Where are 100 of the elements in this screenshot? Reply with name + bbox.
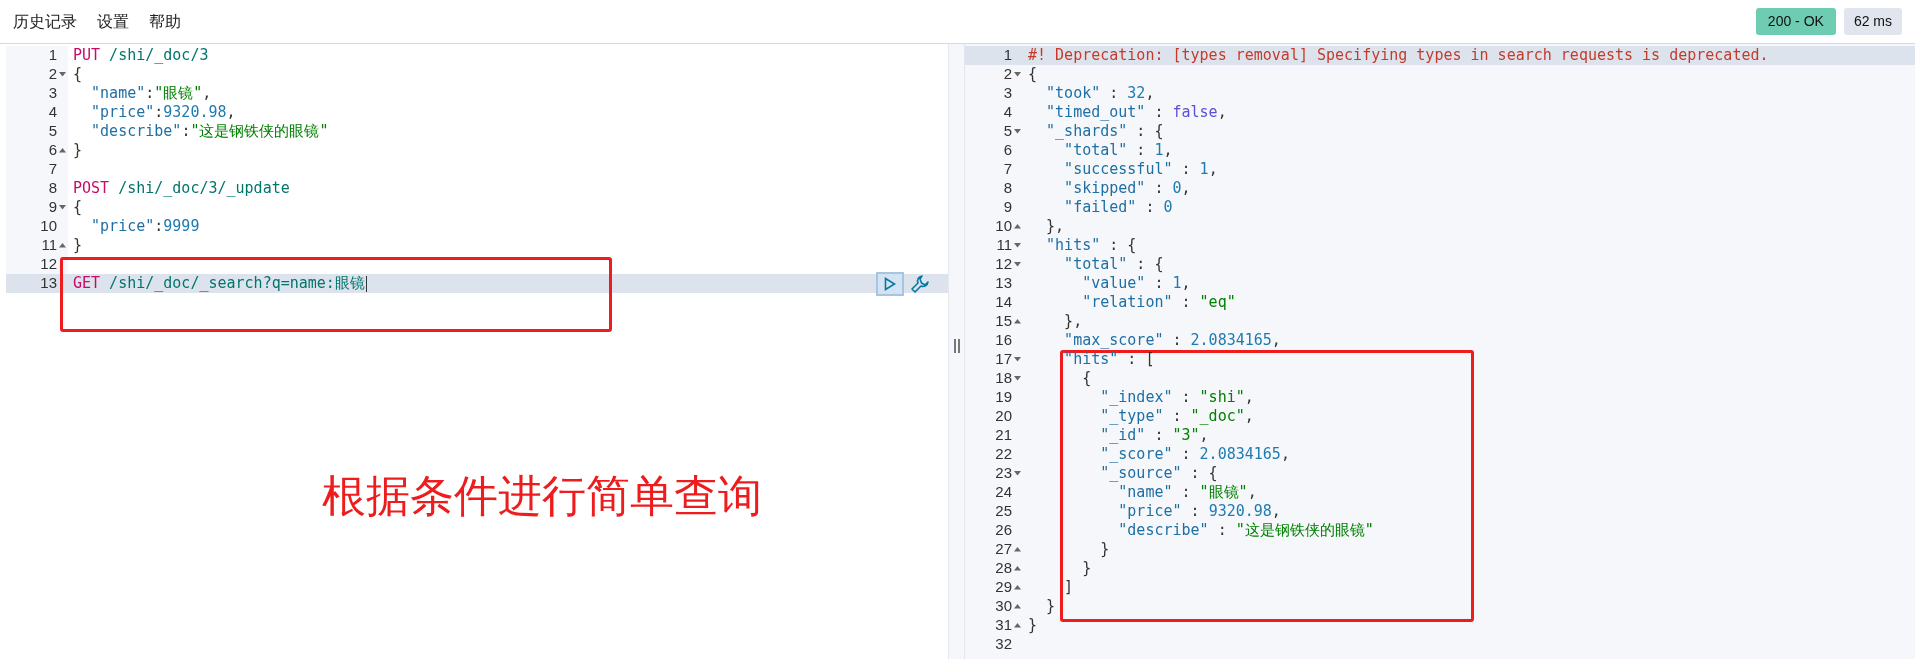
code-line: }, <box>1045 217 1065 236</box>
code-line: "name":"眼镜", <box>90 84 212 103</box>
code-line: "_type" : "_doc", <box>1099 407 1254 426</box>
fold-caret-icon[interactable] <box>1014 357 1021 362</box>
line-number: 17 <box>995 349 1012 370</box>
line-number: 23 <box>995 463 1012 484</box>
line-number: 11 <box>41 235 57 256</box>
fold-caret-icon[interactable] <box>1014 319 1021 324</box>
line-number: 3 <box>48 83 57 104</box>
fold-caret-icon[interactable] <box>1014 224 1021 229</box>
fold-caret-icon[interactable] <box>59 205 66 210</box>
fold-caret-icon[interactable] <box>1014 585 1021 590</box>
code-line: "describe":"这是钢铁侠的眼镜" <box>90 122 329 141</box>
code-line: "total" : { <box>1063 255 1164 274</box>
code-line: } <box>73 236 83 255</box>
line-number: 24 <box>995 482 1012 503</box>
fold-caret-icon[interactable] <box>59 72 66 77</box>
text-cursor <box>365 275 367 292</box>
code-line: "describe" : "这是钢铁侠的眼镜" <box>1117 521 1374 540</box>
line-number: 19 <box>995 387 1012 408</box>
fold-caret-icon[interactable] <box>59 148 66 153</box>
play-icon <box>884 276 896 291</box>
line-number: 8 <box>48 178 57 199</box>
code-line: "failed" : 0 <box>1063 198 1173 217</box>
line-number: 12 <box>40 254 57 275</box>
line-number: 8 <box>1003 178 1012 199</box>
code-line: "total" : 1, <box>1063 141 1173 160</box>
line-number: 21 <box>995 425 1012 446</box>
code-line: GET /shi/_doc/_search?q=name:眼镜 <box>73 274 365 293</box>
line-number: 22 <box>995 444 1012 465</box>
line-number: 6 <box>1003 140 1012 161</box>
line-number: 9 <box>48 197 57 218</box>
code-line: "timed_out" : false, <box>1045 103 1227 122</box>
code-line: { <box>73 198 83 217</box>
fold-caret-icon[interactable] <box>1014 604 1021 609</box>
code-line: PUT /shi/_doc/3 <box>73 46 209 65</box>
fold-caret-icon[interactable] <box>1014 243 1021 248</box>
code-line: } <box>73 141 83 160</box>
fold-caret-icon[interactable] <box>1014 566 1021 571</box>
fold-caret-icon[interactable] <box>1014 376 1021 381</box>
line-number: 4 <box>48 102 57 123</box>
line-number: 31 <box>995 615 1012 636</box>
status-badge: 200 - OK <box>1755 8 1836 35</box>
fold-caret-icon[interactable] <box>1014 547 1021 552</box>
fold-caret-icon[interactable] <box>1014 129 1021 134</box>
code-line: } <box>1045 597 1056 616</box>
code-line: "hits" : [ <box>1063 350 1155 369</box>
line-number: 9 <box>1003 197 1012 218</box>
line-number: 27 <box>995 539 1012 560</box>
line-number: 14 <box>995 292 1012 313</box>
menu-link[interactable]: 历史记录 <box>13 9 77 34</box>
line-number: 10 <box>40 216 57 237</box>
line-number: 2 <box>1003 64 1012 85</box>
line-number: 13 <box>40 273 57 294</box>
menu-link[interactable]: 帮助 <box>149 9 181 34</box>
code-line: { <box>1081 369 1092 388</box>
line-number: 20 <box>995 406 1012 427</box>
line-number: 7 <box>48 159 57 180</box>
line-number: 7 <box>1003 159 1012 180</box>
line-number: 1 <box>1003 45 1012 66</box>
code-line: { <box>1028 65 1038 84</box>
line-number: 3 <box>1003 83 1012 104</box>
line-number: 11 <box>996 235 1012 256</box>
fold-caret-icon[interactable] <box>1014 262 1021 267</box>
run-button[interactable] <box>876 271 904 296</box>
code-line: "_source" : { <box>1099 464 1218 483</box>
line-number: 30 <box>995 596 1012 617</box>
fold-caret-icon[interactable] <box>1014 623 1021 628</box>
line-number: 4 <box>1003 102 1012 123</box>
code-line: "price" : 9320.98, <box>1117 502 1281 521</box>
code-line: "relation" : "eq" <box>1081 293 1236 312</box>
code-line: #! Deprecation: [types removal] Specifying types in search requests is deprecated. <box>1028 46 1769 65</box>
code-line: "max_score" : 2.0834165, <box>1063 331 1281 350</box>
code-line: "took" : 32, <box>1045 84 1155 103</box>
line-number: 32 <box>995 634 1012 655</box>
wrench-icon[interactable] <box>910 273 930 294</box>
code-line: }, <box>1063 312 1083 331</box>
line-number: 6 <box>48 140 57 161</box>
code-line: "price":9320.98, <box>90 103 236 122</box>
code-line: } <box>1081 559 1092 578</box>
code-line: POST /shi/_doc/3/_update <box>73 179 290 198</box>
resize-handle-icon[interactable] <box>953 338 960 353</box>
code-line: "name" : "眼镜", <box>1117 483 1257 502</box>
code-line: "successful" : 1, <box>1063 160 1218 179</box>
fold-caret-icon[interactable] <box>1014 471 1021 476</box>
code-line: "price":9999 <box>90 217 200 236</box>
code-line: { <box>73 65 83 84</box>
line-number: 26 <box>995 520 1012 541</box>
line-number: 18 <box>995 368 1012 389</box>
fold-caret-icon[interactable] <box>1014 72 1021 77</box>
menu-link[interactable]: 设置 <box>97 9 129 34</box>
line-number: 25 <box>995 501 1012 522</box>
line-number: 16 <box>995 330 1012 351</box>
code-line: "skipped" : 0, <box>1063 179 1191 198</box>
line-number: 5 <box>48 121 57 142</box>
fold-caret-icon[interactable] <box>59 243 66 248</box>
code-line: } <box>1028 616 1038 635</box>
code-line: "_score" : 2.0834165, <box>1099 445 1290 464</box>
annotation-text: 根据条件进行简单查询 <box>322 470 762 522</box>
line-number: 28 <box>995 558 1012 579</box>
